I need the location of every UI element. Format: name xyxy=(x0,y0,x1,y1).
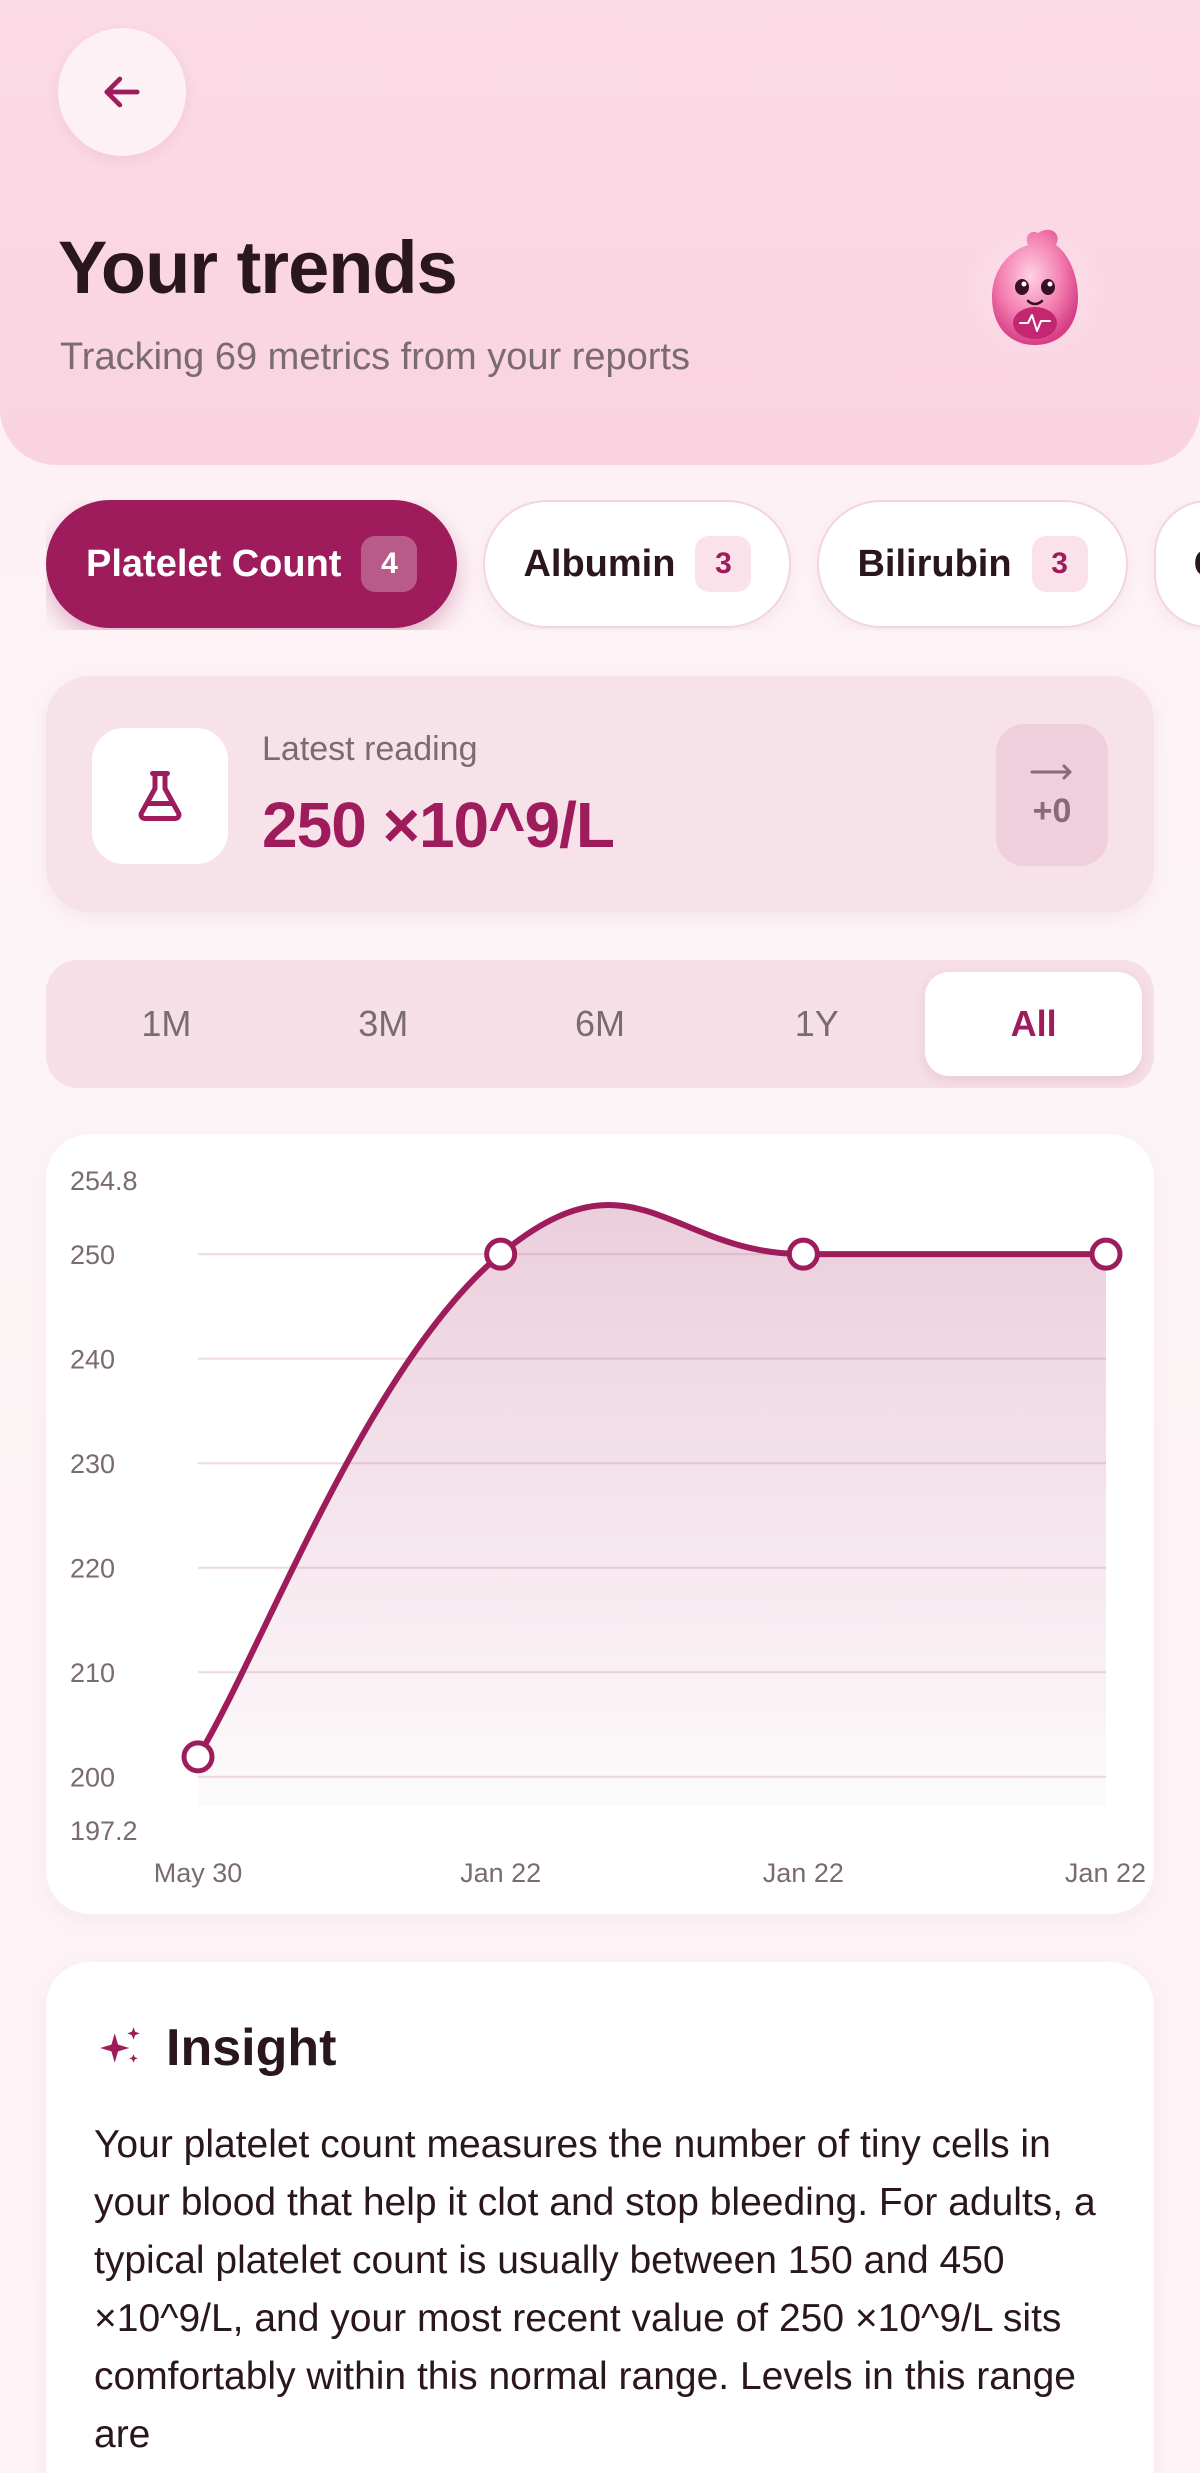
back-button[interactable] xyxy=(58,28,186,156)
metric-tabs: Platelet Count 4 Albumin 3 Bilirubin 3 C xyxy=(46,500,1200,630)
metric-tab-label: Albumin xyxy=(523,542,676,585)
metric-tab-label: Bilirubin xyxy=(857,542,1012,585)
range-option-1m[interactable]: 1M xyxy=(58,972,275,1076)
y-tick-label: 250 xyxy=(70,1240,115,1270)
y-tick-label: 240 xyxy=(70,1345,115,1375)
range-option-1y[interactable]: 1Y xyxy=(708,972,925,1076)
series-area xyxy=(198,1205,1106,1806)
mascot-illustration xyxy=(963,221,1107,365)
trend-chart-card: 200 210 220 230 240 250 254.8 197.2 May 30 Jan 22… xyxy=(46,1134,1154,1914)
flask-icon-box xyxy=(92,728,228,864)
page-title: Your trends xyxy=(58,226,458,309)
metric-tab[interactable]: C xyxy=(1153,500,1200,628)
insight-card: Insight Your platelet count measures the… xyxy=(46,1962,1154,2473)
x-tick-label: May 30 xyxy=(154,1858,243,1888)
trend-chart: 200 210 220 230 240 250 254.8 197.2 May 30 Jan 22… xyxy=(70,1166,1146,1888)
y-tick-label: 210 xyxy=(70,1658,115,1688)
insight-body: Your platelet count measures the number … xyxy=(94,2123,1096,2456)
metric-tab-label: C xyxy=(1194,543,1200,586)
metric-tab[interactable]: Platelet Count 4 xyxy=(46,500,458,628)
y-max-label: 254.8 xyxy=(70,1166,138,1196)
y-tick-label: 230 xyxy=(70,1449,115,1479)
range-option-3m[interactable]: 3M xyxy=(275,972,492,1076)
insight-title: Insight xyxy=(166,2019,337,2077)
data-point xyxy=(484,1237,518,1271)
latest-reading-card: Latest reading 250 ×10^9/L +0 xyxy=(46,676,1154,912)
metric-tab[interactable]: Albumin 3 xyxy=(483,500,792,628)
x-tick-label: Jan 22 xyxy=(1065,1858,1146,1888)
x-tick-label: Jan 22 xyxy=(763,1858,844,1888)
metric-tab-count-badge: 3 xyxy=(1031,536,1088,592)
latest-reading-label: Latest reading xyxy=(262,730,478,768)
sparkle-icon xyxy=(100,2027,140,2063)
metric-tab-count-badge: 3 xyxy=(695,536,752,592)
data-point xyxy=(181,1740,215,1774)
trend-delta-badge: +0 xyxy=(996,724,1108,866)
range-option-6m[interactable]: 6M xyxy=(492,972,709,1076)
arrow-left-icon xyxy=(104,76,140,108)
page-subtitle: Tracking 69 metrics from your reports xyxy=(60,336,690,378)
data-point xyxy=(1089,1237,1123,1271)
metric-tab-label: Platelet Count xyxy=(86,542,342,585)
metric-tab[interactable]: Bilirubin 3 xyxy=(817,500,1128,628)
arrow-right-icon xyxy=(1030,764,1072,779)
trends-screen: Your trends Tracking 69 metrics from you… xyxy=(0,0,1200,2473)
data-point xyxy=(786,1237,820,1271)
y-tick-label: 200 xyxy=(70,1763,115,1793)
trend-delta-value: +0 xyxy=(1032,791,1072,830)
y-tick-label: 220 xyxy=(70,1554,115,1584)
flask-icon xyxy=(138,771,182,821)
header: Your trends Tracking 69 metrics from you… xyxy=(0,0,1200,465)
x-tick-label: Jan 22 xyxy=(460,1858,541,1888)
y-min-label: 197.2 xyxy=(70,1816,138,1846)
range-option-all[interactable]: All xyxy=(925,972,1142,1076)
time-range-selector: 1M 3M 6M 1Y All xyxy=(46,960,1154,1088)
latest-reading-value: 250 ×10^9/L xyxy=(262,789,615,861)
metric-tab-count-badge: 4 xyxy=(361,536,418,592)
insight-header: Insight xyxy=(96,2018,336,2078)
